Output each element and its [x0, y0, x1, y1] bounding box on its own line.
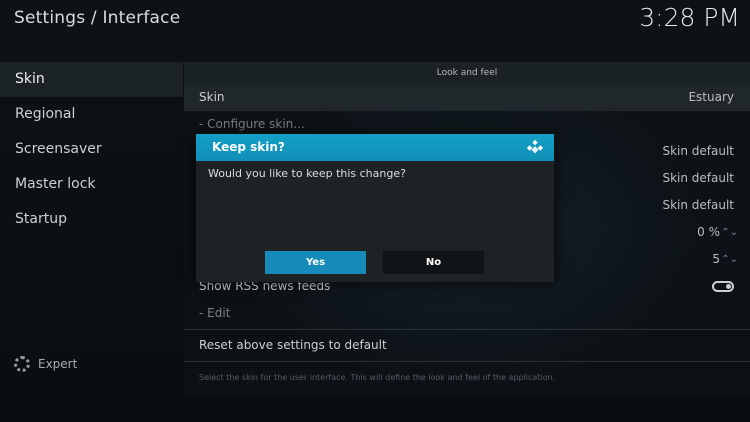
dialog-title: Keep skin?: [212, 140, 285, 154]
setting-value: Skin default: [662, 144, 734, 158]
sidebar-item-startup[interactable]: Startup: [0, 202, 183, 237]
setting-value: Skin default: [662, 198, 734, 212]
page-title: Settings / Interface: [14, 8, 181, 28]
toggle-switch-icon[interactable]: [712, 281, 734, 292]
expert-label: Expert: [38, 357, 78, 371]
section-header: Look and feel: [184, 62, 750, 84]
keep-skin-dialog: Keep skin? Would you like to keep this c…: [196, 134, 554, 282]
setting-label: - Edit: [199, 306, 231, 320]
sidebar-item-regional[interactable]: Regional: [0, 97, 183, 132]
dialog-header: Keep skin?: [196, 134, 554, 161]
divider: [184, 329, 750, 330]
setting-value: 5: [712, 252, 720, 266]
no-button[interactable]: No: [383, 251, 484, 274]
sidebar-item-skin[interactable]: Skin: [0, 62, 183, 97]
setting-label: - Configure skin...: [199, 117, 305, 131]
setting-row-edit[interactable]: - Edit: [184, 300, 750, 327]
reset-label: Reset above settings to default: [199, 338, 387, 352]
clock: 3:28 PM: [639, 3, 740, 32]
kodi-logo-icon: [526, 139, 544, 154]
sidebar-item-master-lock[interactable]: Master lock: [0, 167, 183, 202]
dialog-message: Would you like to keep this change?: [208, 167, 406, 180]
yes-button[interactable]: Yes: [265, 251, 366, 274]
up-down-chevron-icon[interactable]: ⌃⌄: [721, 246, 738, 273]
setting-value: Estuary: [688, 90, 734, 104]
setting-label: Skin: [199, 90, 225, 104]
setting-description: Select the skin for the user interface. …: [199, 373, 556, 382]
sidebar-item-screensaver[interactable]: Screensaver: [0, 132, 183, 167]
reset-settings-button[interactable]: Reset above settings to default: [184, 332, 750, 359]
setting-row-skin[interactable]: Skin Estuary: [184, 84, 750, 111]
divider: [184, 361, 750, 362]
setting-value: Skin default: [662, 171, 734, 185]
gear-icon: [14, 356, 30, 372]
up-down-chevron-icon[interactable]: ⌃⌄: [721, 219, 738, 246]
setting-value: 0 %: [697, 225, 720, 239]
expert-level-button[interactable]: Expert: [14, 356, 77, 372]
